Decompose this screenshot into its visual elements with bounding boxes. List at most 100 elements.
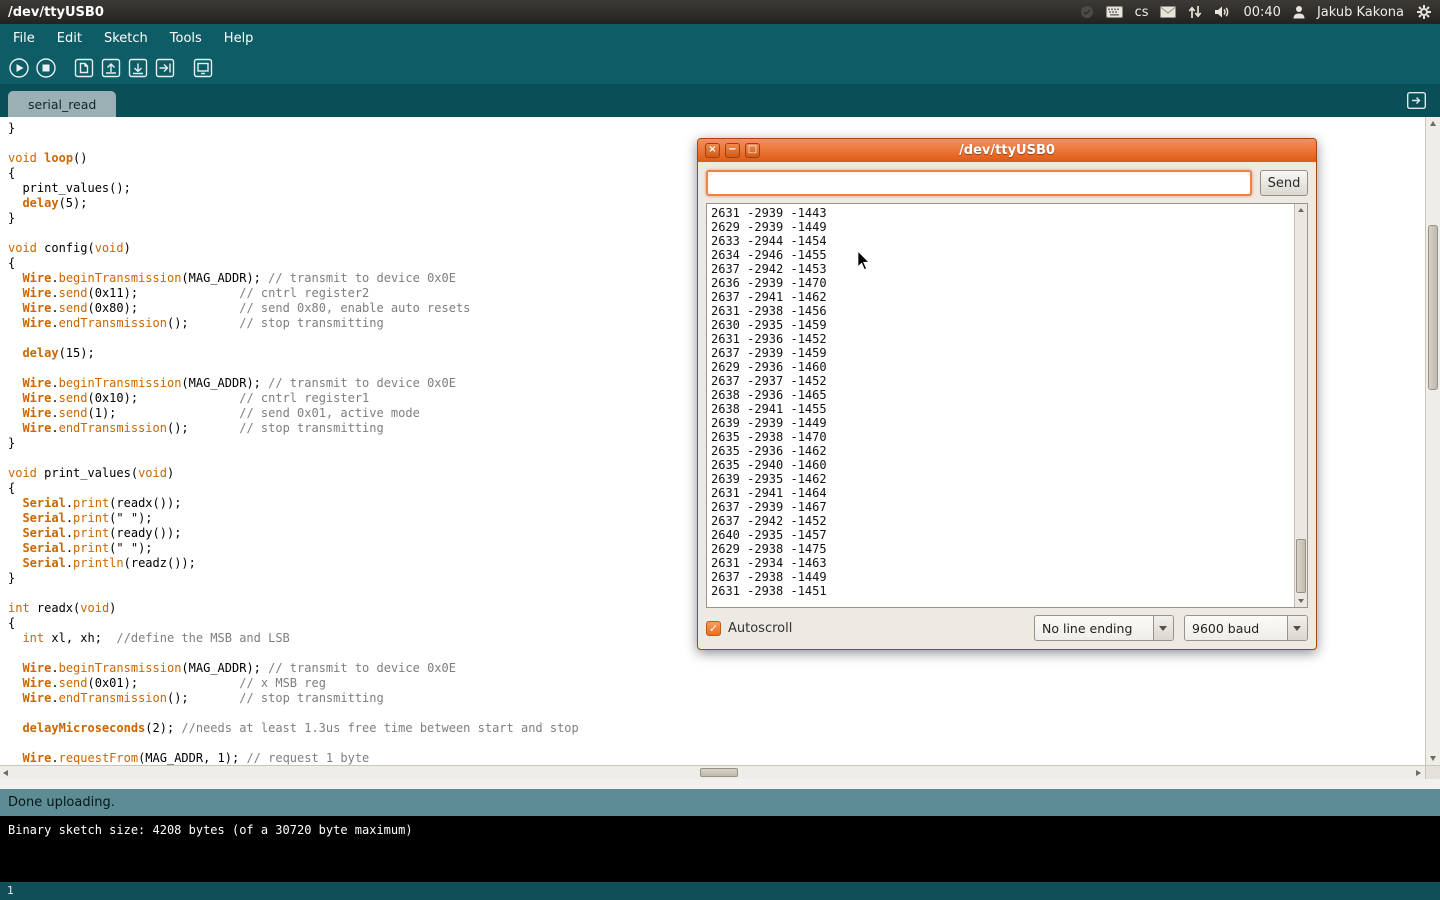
clock[interactable]: 00:40 bbox=[1243, 5, 1280, 20]
scroll-left-arrow-icon[interactable] bbox=[0, 766, 12, 779]
code-line: Wire.send(1); // send 0x01, active mode bbox=[8, 406, 579, 421]
serial-monitor-titlebar[interactable]: /dev/ttyUSB0 × − □ bbox=[698, 139, 1316, 162]
code-line: { bbox=[8, 481, 579, 496]
code-line: Wire.endTransmission(); // stop transmit… bbox=[8, 316, 579, 331]
code-line bbox=[8, 331, 579, 346]
autoscroll-checkbox[interactable]: ✓ bbox=[706, 621, 721, 636]
editor-code[interactable]: } void loop(){ print_values(); delay(5);… bbox=[8, 121, 579, 765]
code-line bbox=[8, 361, 579, 376]
chevron-down-icon[interactable] bbox=[1287, 616, 1307, 640]
serial-line: 2637 -2938 -1449 bbox=[711, 570, 1294, 584]
serial-line: 2631 -2939 -1443 bbox=[711, 206, 1294, 220]
scroll-right-arrow-icon[interactable] bbox=[1412, 766, 1424, 779]
code-line: print_values(); bbox=[8, 181, 579, 196]
session-gear-icon[interactable] bbox=[1416, 4, 1432, 20]
code-line bbox=[8, 736, 579, 751]
mail-icon[interactable] bbox=[1160, 6, 1176, 18]
code-line: Wire.beginTransmission(MAG_ADDR); // tra… bbox=[8, 271, 579, 286]
editor-horizontal-scrollbar[interactable] bbox=[0, 765, 1440, 779]
serial-line: 2635 -2940 -1460 bbox=[711, 458, 1294, 472]
tab-label: serial_read bbox=[28, 97, 96, 112]
sync-arrows-icon[interactable] bbox=[1188, 5, 1202, 19]
baud-rate-dropdown[interactable]: 9600 baud bbox=[1184, 615, 1308, 641]
serial-monitor-title: /dev/ttyUSB0 bbox=[698, 143, 1316, 158]
code-line bbox=[8, 451, 579, 466]
serial-line: 2638 -2936 -1465 bbox=[711, 388, 1294, 402]
code-line: void loop() bbox=[8, 151, 579, 166]
code-line: int xl, xh; //define the MSB and LSB bbox=[8, 631, 579, 646]
code-line: Wire.send(0x01); // x MSB reg bbox=[8, 676, 579, 691]
line-ending-dropdown[interactable]: No line ending bbox=[1034, 615, 1174, 641]
line-number-strip: 1 bbox=[0, 882, 1440, 900]
code-line: } bbox=[8, 436, 579, 451]
chevron-down-icon[interactable] bbox=[1153, 616, 1173, 640]
code-line: Wire.send(0x80); // send 0x80, enable au… bbox=[8, 301, 579, 316]
code-line bbox=[8, 586, 579, 601]
menu-bar: FileEditSketchToolsHelp bbox=[0, 24, 1440, 52]
menu-item-sketch[interactable]: Sketch bbox=[93, 31, 159, 46]
top-panel: /dev/ttyUSB0 cs 00:40 Jakub Kakona bbox=[0, 0, 1440, 24]
minimize-icon[interactable]: − bbox=[725, 143, 740, 158]
volume-icon[interactable] bbox=[1214, 5, 1231, 19]
serial-scrollbar-thumb[interactable] bbox=[1296, 539, 1306, 593]
menu-item-help[interactable]: Help bbox=[213, 31, 265, 46]
serial-line: 2629 -2938 -1475 bbox=[711, 542, 1294, 556]
menu-item-edit[interactable]: Edit bbox=[46, 31, 93, 46]
code-line: Serial.print(readx()); bbox=[8, 496, 579, 511]
code-line: Wire.send(0x10); // cntrl register1 bbox=[8, 391, 579, 406]
tab-serial-read[interactable]: serial_read bbox=[8, 91, 116, 117]
scrollbar-corner bbox=[1425, 766, 1440, 779]
tab-bar: serial_read bbox=[0, 84, 1440, 117]
upload-button[interactable] bbox=[153, 56, 177, 80]
code-line: Wire.beginTransmission(MAG_ADDR); // tra… bbox=[8, 661, 579, 676]
code-line: delay(5); bbox=[8, 196, 579, 211]
serial-monitor-button[interactable] bbox=[191, 56, 215, 80]
indicator-applet-icon[interactable] bbox=[1080, 5, 1094, 19]
send-button[interactable]: Send bbox=[1260, 170, 1308, 196]
serial-output: 2631 -2939 -14432629 -2939 -14492633 -29… bbox=[707, 204, 1294, 607]
close-icon[interactable]: × bbox=[705, 143, 720, 158]
scroll-down-arrow-icon[interactable] bbox=[1426, 753, 1440, 765]
code-line: Serial.print(" "); bbox=[8, 511, 579, 526]
menu-item-file[interactable]: File bbox=[2, 31, 46, 46]
panel-window-title: /dev/ttyUSB0 bbox=[8, 5, 104, 20]
autoscroll-label: Autoscroll bbox=[728, 621, 792, 636]
serial-scrollbar[interactable] bbox=[1294, 204, 1307, 607]
code-line: Wire.requestFrom(MAG_ADDR, 1); // reques… bbox=[8, 751, 579, 765]
code-line: } bbox=[8, 121, 579, 136]
verify-button[interactable] bbox=[7, 56, 31, 80]
code-line: Wire.beginTransmission(MAG_ADDR); // tra… bbox=[8, 376, 579, 391]
code-line: { bbox=[8, 256, 579, 271]
line-ending-value: No line ending bbox=[1035, 616, 1153, 640]
serial-line: 2631 -2938 -1451 bbox=[711, 584, 1294, 598]
scroll-up-arrow-icon[interactable] bbox=[1295, 204, 1307, 216]
username[interactable]: Jakub Kakona bbox=[1317, 5, 1404, 20]
maximize-icon[interactable]: □ bbox=[745, 143, 760, 158]
code-line: Wire.endTransmission(); // stop transmit… bbox=[8, 421, 579, 436]
console-output-line: Binary sketch size: 4208 bytes (of a 307… bbox=[8, 823, 1432, 838]
code-line: { bbox=[8, 166, 579, 181]
horizontal-scrollbar-thumb[interactable] bbox=[700, 768, 738, 777]
vertical-scrollbar-thumb[interactable] bbox=[1428, 225, 1438, 390]
current-line-number: 1 bbox=[7, 884, 14, 897]
code-line: } bbox=[8, 211, 579, 226]
keyboard-layout-indicator[interactable]: cs bbox=[1135, 5, 1149, 20]
status-bar: Done uploading. bbox=[0, 789, 1440, 816]
editor-vertical-scrollbar[interactable] bbox=[1425, 117, 1440, 765]
scroll-down-arrow-icon[interactable] bbox=[1295, 595, 1307, 607]
save-button[interactable] bbox=[126, 56, 150, 80]
stop-button[interactable] bbox=[34, 56, 58, 80]
user-icon bbox=[1293, 5, 1305, 19]
menu-item-tools[interactable]: Tools bbox=[159, 31, 213, 46]
serial-line: 2631 -2936 -1452 bbox=[711, 332, 1294, 346]
open-button[interactable] bbox=[99, 56, 123, 80]
serial-monitor-body: Send 2631 -2939 -14432629 -2939 -1449263… bbox=[698, 162, 1316, 649]
serial-line: 2630 -2935 -1459 bbox=[711, 318, 1294, 332]
serial-input[interactable] bbox=[706, 170, 1252, 196]
keyboard-icon[interactable] bbox=[1106, 6, 1123, 18]
scroll-up-arrow-icon[interactable] bbox=[1426, 117, 1440, 129]
tab-menu-icon[interactable] bbox=[1407, 92, 1426, 113]
code-line bbox=[8, 646, 579, 661]
serial-output-area: 2631 -2939 -14432629 -2939 -14492633 -29… bbox=[706, 203, 1308, 608]
new-sketch-button[interactable] bbox=[72, 56, 96, 80]
